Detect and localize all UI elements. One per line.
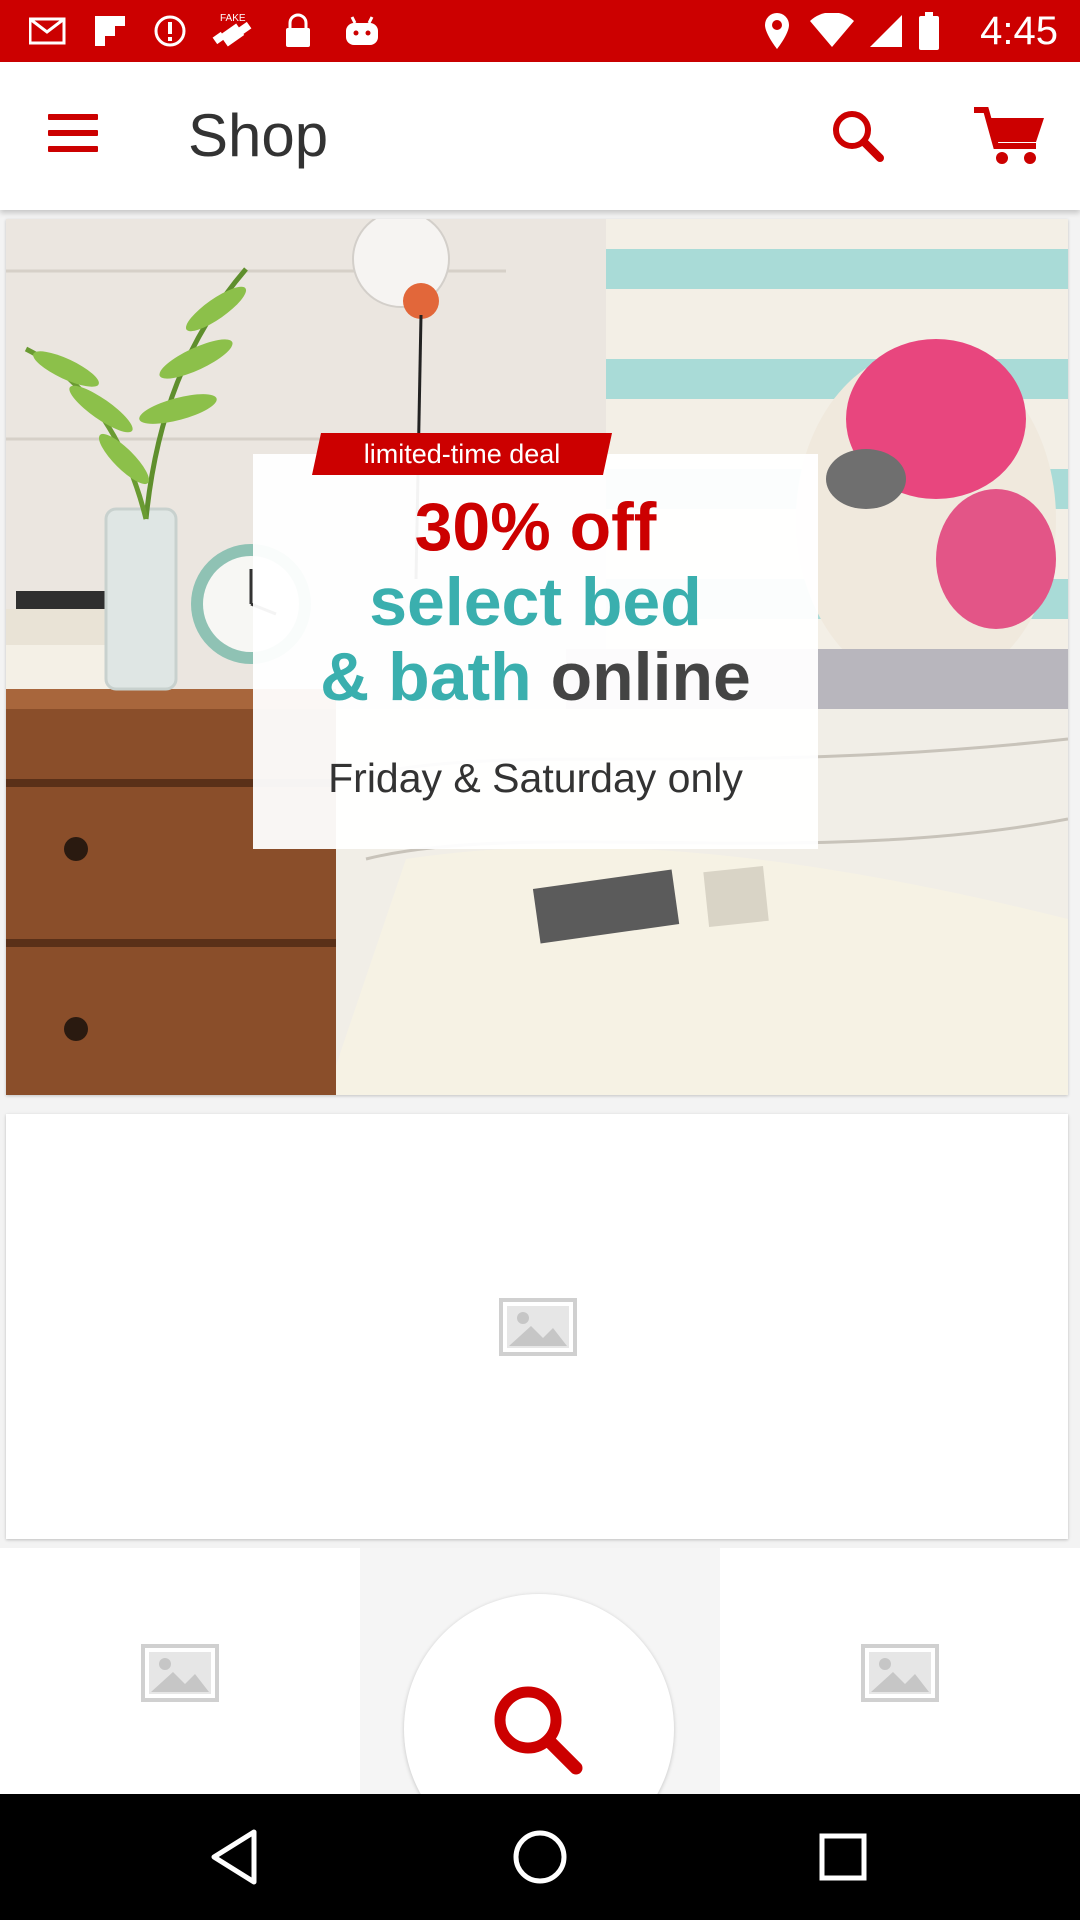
promo-card-placeholder[interactable] xyxy=(6,1114,1068,1539)
deal-line-discount: 30% off xyxy=(414,489,657,565)
hero-banner[interactable]: limited-time deal 30% off select bed & b… xyxy=(6,219,1068,1095)
flipboard-icon xyxy=(90,10,130,52)
android-icon xyxy=(340,10,384,52)
deal-subtitle: Friday & Saturday only xyxy=(328,755,743,801)
back-icon[interactable] xyxy=(202,1822,272,1892)
deal-line-bath-online: & bath online xyxy=(253,639,818,715)
category-tile-right[interactable] xyxy=(720,1548,1080,1794)
status-bar: FAKE 4:45 xyxy=(0,0,1080,62)
image-placeholder-icon xyxy=(861,1644,939,1702)
deal-online-text: online xyxy=(550,639,751,715)
image-placeholder-icon xyxy=(141,1644,219,1702)
cart-icon[interactable] xyxy=(970,100,1050,172)
mail-icon xyxy=(26,10,70,52)
signal-icon xyxy=(866,10,906,52)
location-icon xyxy=(760,10,794,52)
fake-gps-icon: FAKE xyxy=(208,10,260,52)
category-tile-left[interactable] xyxy=(0,1548,360,1794)
battery-icon xyxy=(916,10,942,52)
svg-text:FAKE: FAKE xyxy=(220,13,246,24)
deal-line-select-bed: select bed xyxy=(369,564,702,640)
status-time: 4:45 xyxy=(980,9,1058,53)
hamburger-menu-icon[interactable] xyxy=(40,106,110,166)
wifi-icon xyxy=(808,10,856,52)
page-title: Shop xyxy=(188,102,329,169)
app-bar: Shop xyxy=(0,62,1080,210)
limited-time-deal-tag: limited-time deal xyxy=(312,433,612,475)
image-placeholder-icon xyxy=(499,1298,577,1356)
home-icon[interactable] xyxy=(505,1822,575,1892)
alert-icon xyxy=(150,10,190,52)
system-nav-bar xyxy=(0,1794,1080,1920)
search-icon[interactable] xyxy=(822,100,894,172)
lock-icon xyxy=(280,10,316,52)
deal-bath-text: & bath xyxy=(320,639,532,715)
recents-icon[interactable] xyxy=(808,1822,878,1892)
